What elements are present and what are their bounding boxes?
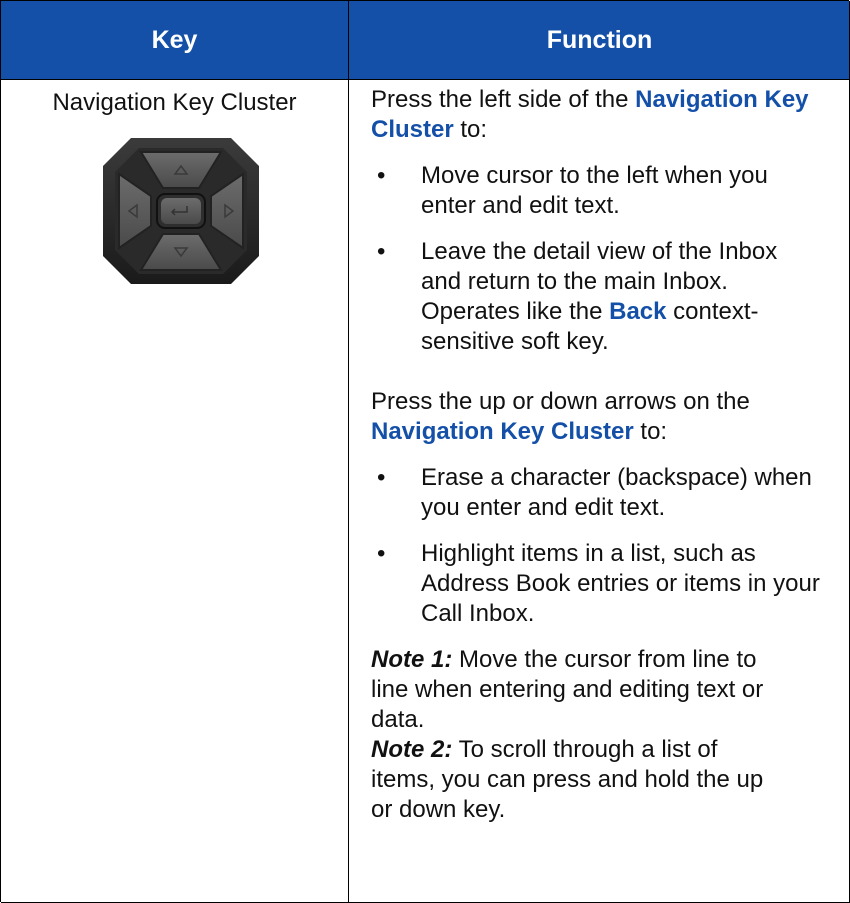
note-2: Note 2: To scroll through a list of item…: [371, 736, 764, 823]
column-divider: [348, 79, 349, 903]
bullet-icon: •: [377, 238, 386, 265]
list-item: • Highlight items in a list, such as Add…: [371, 539, 831, 629]
navigation-key-cluster-image: [103, 138, 259, 284]
key-name: Navigation Key Cluster: [52, 89, 297, 116]
row-divider: [1, 79, 850, 80]
function-description: Press the left side of the Navigation Ke…: [371, 85, 831, 825]
bullet-icon: •: [377, 464, 386, 491]
back-link[interactable]: Back: [609, 298, 666, 325]
bullet-list-left: • Move cursor to the left when you enter…: [371, 161, 831, 357]
navigation-key-cluster-link[interactable]: Navigation Key Cluster: [371, 418, 634, 445]
bullet-icon: •: [377, 162, 386, 189]
list-item: • Leave the detail view of the Inbox and…: [371, 237, 831, 357]
note-1: Note 1: Move the cursor from line to lin…: [371, 646, 764, 733]
instruction-left: Press the left side of the Navigation Ke…: [371, 86, 809, 143]
instruction-updown: Press the up or down arrows on the Navig…: [371, 388, 750, 445]
bullet-list-updown: • Erase a character (backspace) when you…: [371, 463, 831, 629]
key-function-table: Key Function Navigation Key Cluster Pres…: [0, 0, 850, 903]
bullet-icon: •: [377, 540, 386, 567]
header-function: Function: [349, 1, 850, 79]
header-key: Key: [1, 1, 349, 79]
list-item: • Move cursor to the left when you enter…: [371, 161, 831, 221]
list-item: • Erase a character (backspace) when you…: [371, 463, 831, 523]
